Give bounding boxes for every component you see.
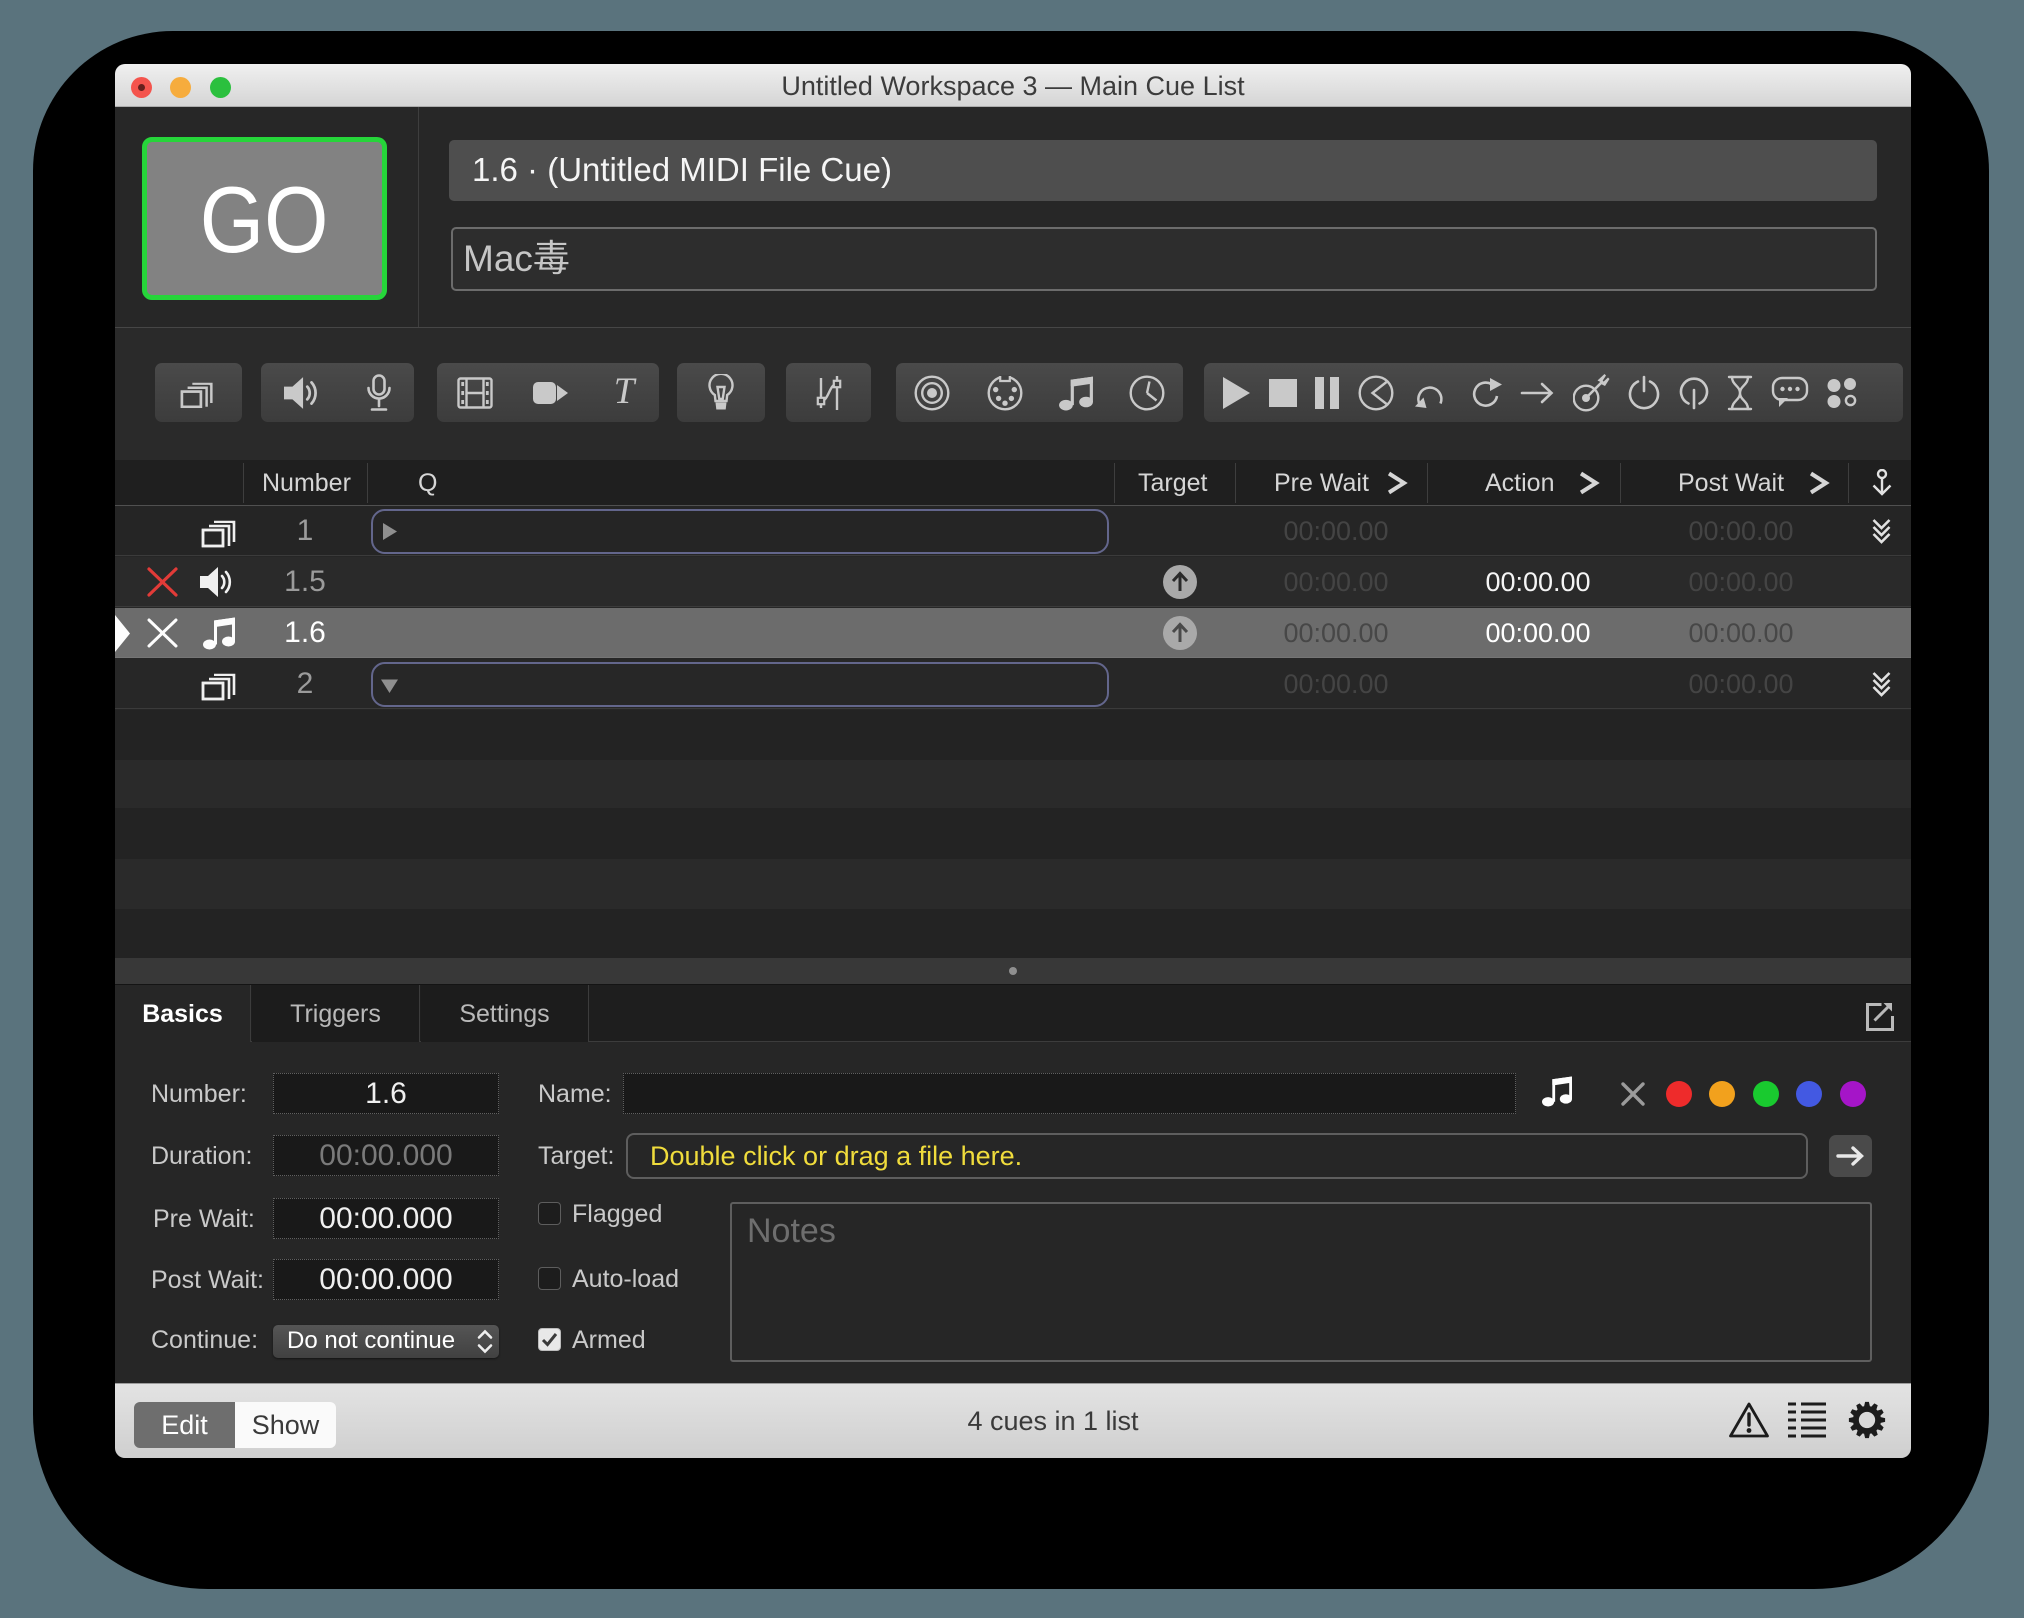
svg-text:T: T [614, 376, 637, 410]
